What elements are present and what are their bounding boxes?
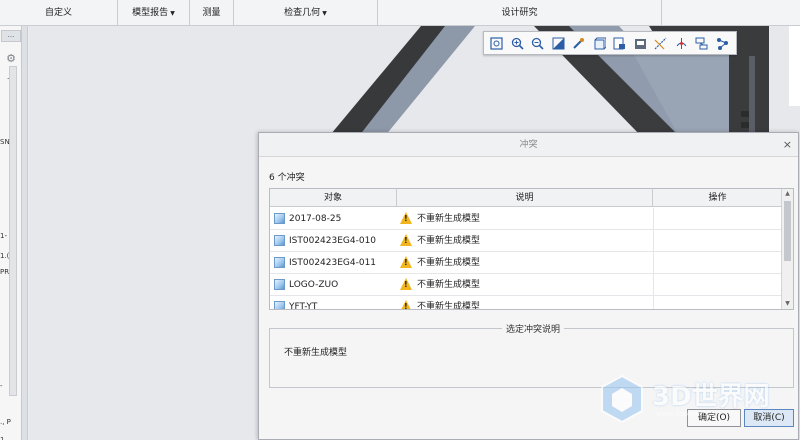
dropdown-arrow-icon: ▼ <box>322 10 327 17</box>
details-text: 不重新生成模型 <box>284 348 348 358</box>
feature-icon <box>274 213 285 224</box>
watermark-brand: 3D世界网 <box>652 382 770 412</box>
table-row[interactable]: 2017-08-25 不重新生成模型 <box>270 208 782 230</box>
ribbon-group-measure[interactable]: 测量 <box>190 0 234 26</box>
row-description: 不重新生成模型 <box>417 258 481 268</box>
repaint-icon[interactable] <box>549 34 568 52</box>
row-action[interactable] <box>653 208 782 230</box>
scroll-up-icon[interactable]: ▲ <box>782 189 793 199</box>
ribbon-group-label: 模型报告 <box>132 8 169 18</box>
annotation-display-icon[interactable] <box>692 34 711 52</box>
row-description: 不重新生成模型 <box>417 302 481 310</box>
tree-item-text: SN <box>0 138 10 146</box>
watermark-sub: www.3dportal.cn <box>656 410 715 418</box>
ribbon-group-label: 检查几何 <box>284 8 321 18</box>
tree-item-text: 1.( <box>0 252 10 260</box>
details-legend: 选定冲突说明 <box>502 322 565 335</box>
ribbon-group-label: 自定义 <box>44 8 72 18</box>
simulation-display-icon[interactable] <box>713 34 732 52</box>
row-description: 不重新生成模型 <box>417 280 481 290</box>
ribbon-group-bar: 自定义 模型报告 ▼ 测量 检查几何 ▼ 设计研究 <box>0 0 800 26</box>
model-tree-tab[interactable]: ... <box>1 30 21 42</box>
ribbon-group-inspect-geometry[interactable]: 检查几何 ▼ <box>234 0 378 26</box>
ribbon-group-custom[interactable]: 自定义 <box>0 0 118 26</box>
display-style-icon[interactable] <box>590 34 609 52</box>
scrollbar-thumb[interactable] <box>784 201 791 261</box>
model-tree-panel: ... ⚙ + SN 1- 1.( PR - ., P 1 <box>0 26 22 440</box>
view-manager-icon[interactable] <box>569 34 588 52</box>
table-row[interactable]: IST002423EG4-010 不重新生成模型 <box>270 230 782 252</box>
row-action[interactable] <box>653 274 782 296</box>
saved-views-icon[interactable] <box>610 34 629 52</box>
ribbon-group-model-report[interactable]: 模型报告 ▼ <box>118 0 190 26</box>
spin-center-icon[interactable] <box>672 34 691 52</box>
column-header-action[interactable]: 操作 <box>653 189 782 207</box>
feature-icon <box>274 257 285 268</box>
row-object: YFT-YT <box>289 302 318 310</box>
warning-icon <box>400 234 412 246</box>
site-watermark: 3D世界网 www.3dportal.cn <box>596 370 796 430</box>
tree-item-text: PR <box>0 268 10 276</box>
graphics-toolbar <box>483 31 737 55</box>
table-row[interactable]: IST002423EG4-011 不重新生成模型 <box>270 252 782 274</box>
row-object: 2017-08-25 <box>289 214 342 224</box>
tree-item-text: - <box>0 382 3 390</box>
row-object: IST002423EG4-010 <box>289 236 377 246</box>
row-action[interactable] <box>653 230 782 252</box>
zoom-in-icon[interactable] <box>508 34 527 52</box>
dialog-title: 冲突 <box>259 133 798 157</box>
warning-icon <box>400 212 412 224</box>
table-header: 对象 说明 操作 <box>270 189 782 207</box>
ribbon-group-label: 测量 <box>202 8 221 18</box>
named-views-icon[interactable] <box>631 34 650 52</box>
warning-icon <box>400 300 412 309</box>
tree-item-text: 1 <box>0 436 5 440</box>
scroll-down-icon[interactable]: ▼ <box>782 299 793 309</box>
tree-scrollbar[interactable] <box>9 66 17 396</box>
dropdown-arrow-icon: ▼ <box>170 10 175 17</box>
row-object: IST002423EG4-011 <box>289 258 377 268</box>
ribbon-group-label: 设计研究 <box>501 8 538 18</box>
conflict-count-label: 6 个冲突 <box>269 173 305 183</box>
row-action[interactable] <box>653 296 782 309</box>
tree-item-text: ., P <box>0 418 11 426</box>
datum-display-icon[interactable] <box>651 34 670 52</box>
row-description: 不重新生成模型 <box>417 236 481 246</box>
refit-icon[interactable] <box>487 34 506 52</box>
warning-icon <box>400 256 412 268</box>
feature-icon <box>274 279 285 290</box>
feature-icon <box>274 301 285 309</box>
table-row[interactable]: LOGO-ZUO 不重新生成模型 <box>270 274 782 296</box>
row-object: LOGO-ZUO <box>289 280 339 290</box>
tree-item-text: 1- <box>0 232 7 240</box>
zoom-out-icon[interactable] <box>528 34 547 52</box>
feature-icon <box>274 235 285 246</box>
panel-splitter[interactable] <box>22 26 28 440</box>
warning-icon <box>400 278 412 290</box>
column-header-object[interactable]: 对象 <box>270 189 397 207</box>
close-icon[interactable]: × <box>783 133 792 157</box>
ribbon-group-design-study[interactable]: 设计研究 <box>378 0 662 26</box>
row-action[interactable] <box>653 252 782 274</box>
conflicts-table: 对象 说明 操作 2017-08-25 不重新生成模型 IST002423EG4… <box>269 188 794 310</box>
row-description: 不重新生成模型 <box>417 214 481 224</box>
table-row[interactable]: YFT-YT 不重新生成模型 <box>270 296 782 310</box>
watermark-cube-logo <box>601 374 643 424</box>
tree-settings-icon[interactable]: ⚙ <box>4 52 18 66</box>
table-scrollbar[interactable]: ▲ ▼ <box>781 189 793 309</box>
column-header-description[interactable]: 说明 <box>397 189 653 207</box>
